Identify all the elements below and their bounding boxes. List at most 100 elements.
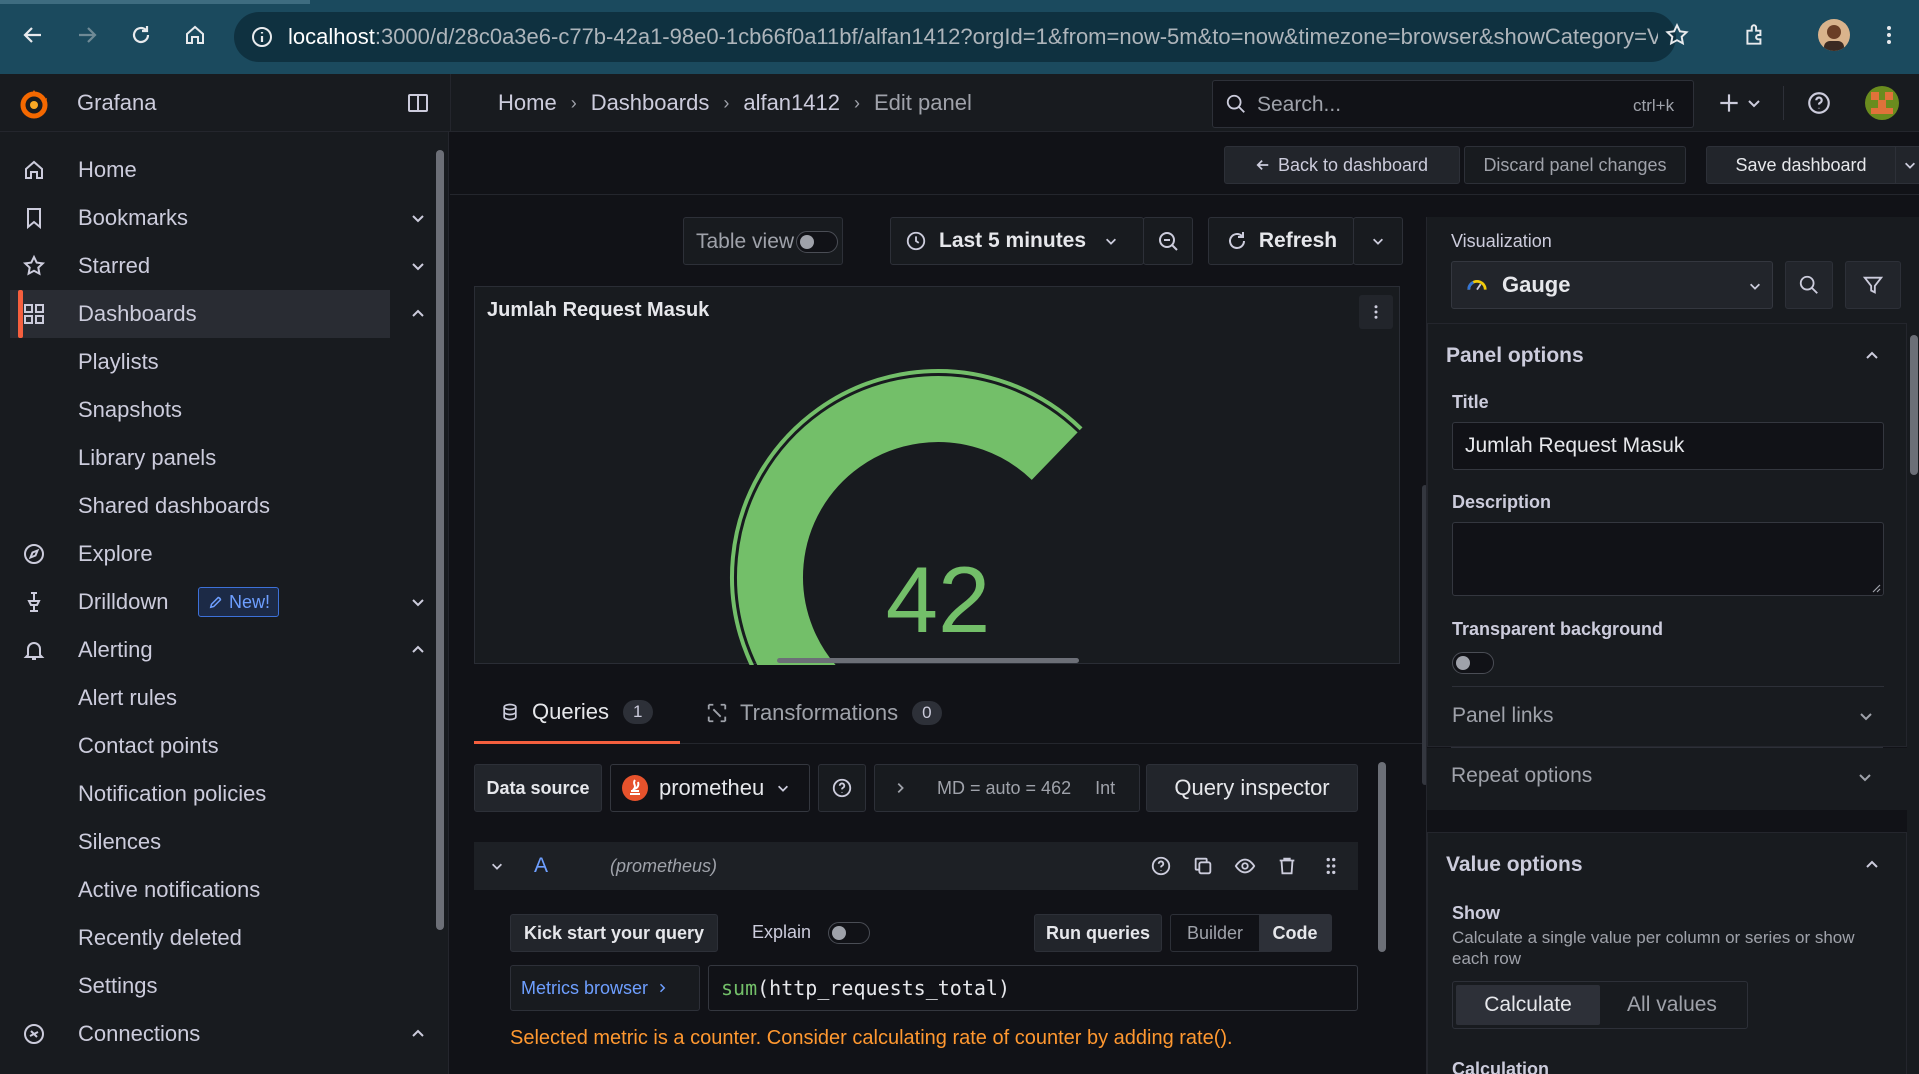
refresh-button[interactable]: Refresh (1208, 217, 1354, 265)
query-help-icon[interactable] (1150, 855, 1172, 877)
chevron-up-icon[interactable] (410, 306, 426, 322)
nav-item-active-notifications[interactable]: Active notifications (0, 866, 430, 914)
panel-options-header[interactable]: Panel options (1446, 344, 1584, 368)
chevron-up-icon[interactable] (410, 642, 426, 658)
transparent-switch[interactable] (1452, 652, 1494, 674)
browser-menu-icon[interactable] (1874, 20, 1904, 50)
discard-changes-button[interactable]: Discard panel changes (1464, 146, 1686, 184)
panel-links-header[interactable]: Panel links (1452, 704, 1554, 728)
bookmark-star-icon[interactable] (1662, 20, 1692, 50)
queries-count-badge: 1 (623, 699, 653, 724)
nav-item-starred[interactable]: Starred (0, 242, 430, 290)
nav-item-alert-rules[interactable]: Alert rules (0, 674, 430, 722)
repeat-options-header[interactable]: Repeat options (1451, 764, 1592, 788)
duplicate-icon[interactable] (1192, 855, 1214, 877)
nav-item-library-panels[interactable]: Library panels (0, 434, 430, 482)
data-source-help-button[interactable] (818, 764, 866, 812)
chevron-down-icon[interactable] (410, 210, 426, 226)
run-queries-button[interactable]: Run queries (1034, 914, 1162, 952)
data-source-picker[interactable]: prometheu (610, 764, 810, 812)
refresh-interval-button[interactable] (1353, 217, 1403, 265)
code-mode-button[interactable]: Code (1259, 915, 1331, 951)
nav-item-home[interactable]: Home (0, 146, 430, 194)
drag-handle-icon[interactable] (1320, 855, 1342, 877)
sidebar-scrollbar[interactable] (436, 138, 444, 1068)
breadcrumb-home[interactable]: Home (498, 90, 557, 116)
star-icon (22, 254, 46, 278)
help-icon[interactable] (1806, 90, 1832, 116)
save-dashboard-button[interactable]: Save dashboard (1706, 146, 1896, 184)
title-input[interactable]: Jumlah Request Masuk (1452, 422, 1884, 470)
nav-item-alerting[interactable]: Alerting (0, 626, 430, 674)
metrics-browser-button[interactable]: Metrics browser (510, 965, 700, 1011)
calculate-option[interactable]: Calculate (1456, 985, 1600, 1025)
back-arrow-icon[interactable] (18, 20, 48, 50)
save-options-button[interactable] (1895, 146, 1919, 184)
nav-item-silences[interactable]: Silences (0, 818, 430, 866)
forward-arrow-icon[interactable] (72, 20, 102, 50)
visualization-picker[interactable]: Gauge (1451, 261, 1773, 309)
zoom-out-button[interactable] (1143, 217, 1193, 265)
nav-item-dashboards[interactable]: Dashboards (10, 290, 390, 338)
table-view-toggle[interactable]: Table view (683, 217, 843, 265)
nav-item-snapshots[interactable]: Snapshots (0, 386, 430, 434)
chevron-down-icon[interactable] (410, 258, 426, 274)
chevron-down-icon[interactable] (1857, 769, 1873, 785)
show-label: Show (1452, 903, 1500, 923)
query-ref-id[interactable]: A (534, 854, 548, 878)
table-view-switch[interactable] (796, 231, 838, 253)
breadcrumb-dashboard[interactable]: alfan1412 (743, 90, 840, 116)
nav-item-shared-dashboards[interactable]: Shared dashboards (0, 482, 430, 530)
breadcrumb-dashboards[interactable]: Dashboards (591, 90, 710, 116)
search-input[interactable]: Search... ctrl+k (1212, 80, 1694, 128)
nav-item-drilldown[interactable]: Drilldown New! (0, 578, 430, 626)
filter-options-button[interactable] (1845, 261, 1901, 309)
trash-icon[interactable] (1276, 855, 1298, 877)
eye-icon[interactable] (1234, 855, 1256, 877)
chevron-up-icon[interactable] (410, 1026, 426, 1042)
nav-item-settings[interactable]: Settings (0, 962, 430, 1010)
nav-item-notification-policies[interactable]: Notification policies (0, 770, 430, 818)
grafana-logo-icon[interactable] (16, 86, 52, 122)
gauge-panel[interactable]: Jumlah Request Masuk 42 (474, 286, 1400, 665)
home-icon[interactable] (180, 20, 210, 50)
query-inspector-button[interactable]: Query inspector (1146, 764, 1358, 812)
repeat-options-section[interactable]: Repeat options (1427, 748, 1907, 810)
search-options-button[interactable] (1785, 261, 1833, 309)
kick-start-button[interactable]: Kick start your query (510, 914, 718, 952)
query-scrollbar[interactable] (1378, 752, 1386, 1072)
nav-item-explore[interactable]: Explore (0, 530, 430, 578)
profile-avatar[interactable] (1818, 19, 1850, 51)
nav-item-contact-points[interactable]: Contact points (0, 722, 430, 770)
chevron-down-icon[interactable] (1858, 708, 1874, 724)
reload-icon[interactable] (126, 20, 156, 50)
explain-switch[interactable] (828, 922, 870, 944)
options-scrollbar[interactable] (1910, 323, 1918, 1063)
description-textarea[interactable] (1452, 522, 1884, 596)
chevron-down-icon[interactable] (410, 594, 426, 610)
value-options-header[interactable]: Value options (1446, 853, 1583, 877)
extensions-icon[interactable] (1740, 20, 1770, 50)
user-avatar[interactable] (1865, 86, 1899, 120)
nav-item-playlists[interactable]: Playlists (0, 338, 430, 386)
address-bar[interactable]: localhost:3000/d/28c0a3e6-c77b-42a1-98e0… (234, 12, 1676, 62)
chevron-up-icon[interactable] (1864, 348, 1880, 364)
nav-item-recently-deleted[interactable]: Recently deleted (0, 914, 430, 962)
time-range-picker[interactable]: Last 5 minutes (890, 217, 1144, 265)
search-shortcut: ctrl+k (1633, 96, 1675, 115)
panel-scrollbar[interactable] (777, 658, 1079, 663)
dock-menu-icon[interactable] (406, 91, 430, 115)
tab-queries[interactable]: Queries 1 (474, 682, 680, 744)
new-menu-button[interactable] (1716, 90, 1762, 116)
nav-item-bookmarks[interactable]: Bookmarks (0, 194, 430, 242)
all-values-option[interactable]: All values (1600, 985, 1744, 1025)
promql-editor[interactable]: sum (http_requests_total) (708, 965, 1358, 1011)
site-info-icon[interactable] (250, 25, 274, 49)
collapse-chevron-icon[interactable] (490, 859, 504, 873)
chevron-up-icon[interactable] (1864, 857, 1880, 873)
nav-item-connections[interactable]: Connections (0, 1010, 430, 1058)
builder-mode-button[interactable]: Builder (1171, 915, 1259, 951)
tab-transformations[interactable]: Transformations 0 (706, 682, 942, 744)
query-options-button[interactable]: MD = auto = 462 Int (874, 764, 1140, 812)
back-to-dashboard-button[interactable]: Back to dashboard (1224, 146, 1460, 184)
